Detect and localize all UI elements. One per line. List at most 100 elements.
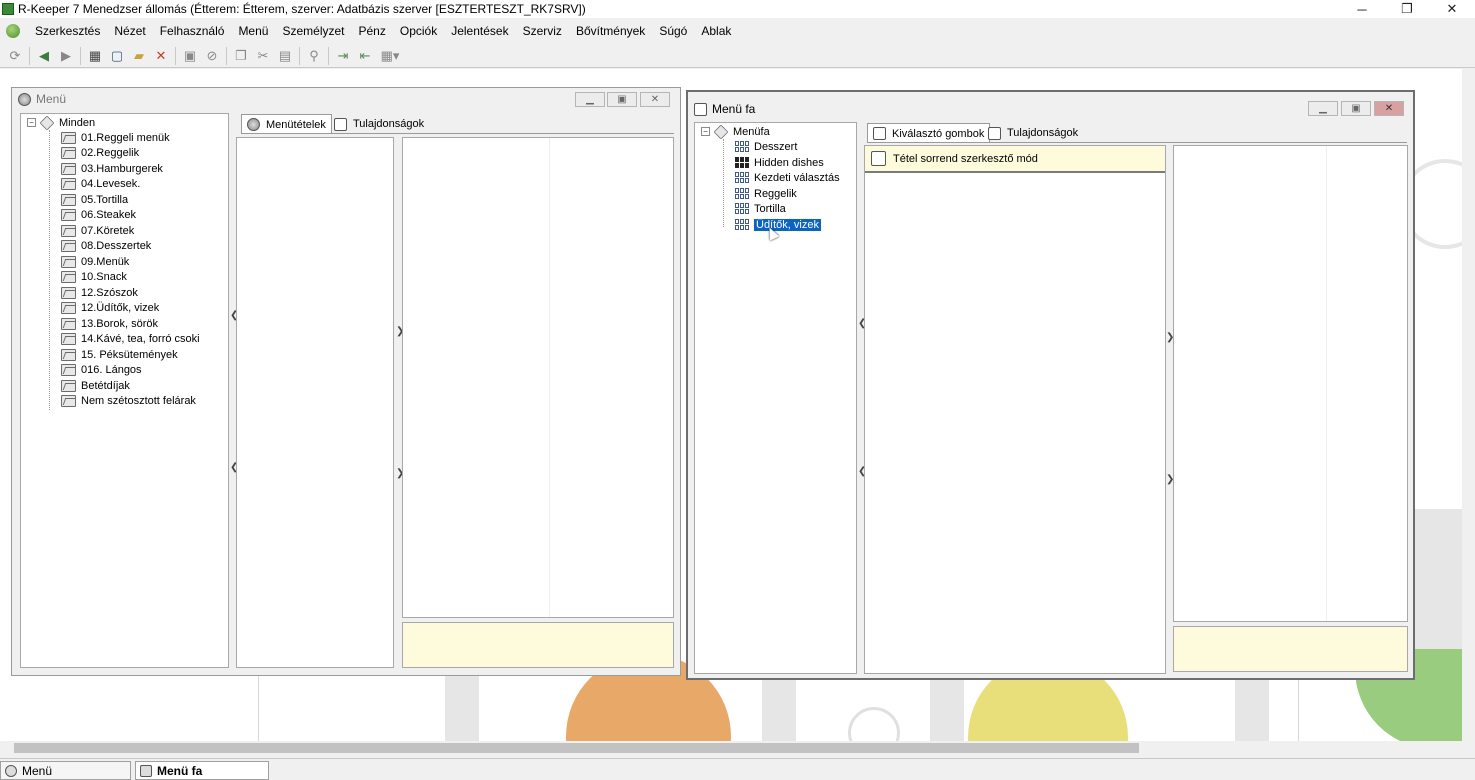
menu-penz[interactable]: Pénz — [352, 24, 393, 38]
task-menu[interactable]: Menü — [0, 761, 131, 780]
tree-item-label: 05.Tortilla — [81, 193, 129, 206]
tree-item-label: 08.Desszertek — [81, 239, 152, 252]
tree-item[interactable]: Betétdíjak — [61, 378, 130, 393]
menufa-window-minimize-button[interactable]: ▁ — [1308, 101, 1338, 116]
tree-item[interactable]: 02.Reggelik — [61, 145, 139, 160]
menufa-window-icon — [140, 764, 152, 777]
tree-item-label: 13.Borok, sörök — [81, 317, 159, 330]
tab-menutetelek[interactable]: Menütételek — [241, 114, 332, 134]
tree-item[interactable]: Nem szétosztott felárak — [61, 393, 196, 408]
delete-icon[interactable]: ✕ — [150, 45, 172, 67]
order-edit-mode-bar[interactable]: Tétel sorrend szerkesztő mód — [865, 146, 1165, 173]
menu-menu[interactable]: Menü — [231, 24, 275, 38]
menu-sugo[interactable]: Súgó — [652, 24, 694, 38]
menu-window-maximize-button[interactable]: ▣ — [607, 92, 637, 107]
layout-icon[interactable]: ▦▾ — [376, 45, 404, 67]
folder-icon — [61, 332, 76, 345]
task-label: Menü fa — [157, 763, 203, 778]
tab-tulajdonsagok[interactable]: Tulajdonságok — [983, 123, 1083, 143]
button-grid-icon — [735, 172, 749, 183]
vertical-scrollbar[interactable] — [1462, 69, 1475, 741]
background-road — [445, 674, 479, 741]
menu-szerviz[interactable]: Szerviz — [516, 24, 569, 38]
tree-item[interactable]: 12.Szószok — [61, 285, 138, 300]
tree-item[interactable]: Kezdeti választás — [735, 170, 840, 185]
menu-opciok[interactable]: Opciók — [393, 24, 444, 38]
horizontal-scrollbar-thumb[interactable] — [14, 743, 1139, 753]
tree-item[interactable]: 06.Steakek — [61, 207, 136, 222]
cut-icon[interactable]: ✂ — [252, 45, 274, 67]
tree-item[interactable]: 13.Borok, sörök — [61, 316, 158, 331]
menufa-window-titlebar[interactable]: Menü fa — [688, 92, 1413, 126]
background-road — [762, 674, 796, 741]
button-grid-icon — [735, 188, 749, 199]
order-edit-mode-label: Tétel sorrend szerkesztő mód — [893, 152, 1038, 165]
tree-item-label: 06.Steakek — [81, 208, 137, 221]
search-icon[interactable]: ⚲ — [303, 45, 325, 67]
grid-view-icon[interactable]: ▦ — [84, 45, 106, 67]
toolbar: ⟳ ◀ ▶ ▦ ▢ ▰ ✕ ▣ ⊘ ❐ ✂ ▤ ⚲ ⇥ ⇤ ▦▾ — [0, 44, 1475, 68]
export-icon[interactable]: ⇥ — [332, 45, 354, 67]
menu-nezet[interactable]: Nézet — [107, 24, 152, 38]
tree-item[interactable]: 12.Üdítők, vizek — [61, 300, 159, 315]
tree-root[interactable]: − Minden — [27, 115, 95, 130]
tree-item[interactable]: 15. Péksütemények — [61, 347, 178, 362]
menu-jelentesek[interactable]: Jelentések — [444, 24, 515, 38]
tree-root[interactable]: − Menüfa — [701, 124, 770, 139]
copy-icon[interactable]: ❐ — [230, 45, 252, 67]
tree-item[interactable]: 03.Hamburgerek — [61, 161, 163, 176]
menu-window-close-button[interactable]: ✕ — [640, 92, 670, 107]
folder-icon — [61, 177, 76, 190]
refresh-icon[interactable]: ⟳ — [4, 45, 26, 67]
tree-item[interactable]: 10.Snack — [61, 269, 127, 284]
menufa-window-close-button[interactable]: ✕ — [1374, 101, 1404, 116]
menu-felhasznalo[interactable]: Felhasználó — [153, 24, 232, 38]
close-button[interactable]: ✕ — [1429, 0, 1475, 18]
menu-items-icon — [247, 118, 260, 131]
tree-item-label: Kezdeti választás — [754, 171, 840, 184]
tree-item[interactable]: 04.Levesek. — [61, 176, 140, 191]
open-folder-icon[interactable]: ▰ — [128, 45, 150, 67]
cancel-icon[interactable]: ⊘ — [201, 45, 223, 67]
menu-window: Menü ▁ ▣ ✕ − Minden 01.Reggeli menük 02.… — [11, 87, 681, 676]
menu-window-minimize-button[interactable]: ▁ — [575, 92, 605, 107]
tree-item-selected[interactable]: Üdítők, vizek — [735, 217, 822, 232]
collapse-icon[interactable]: − — [27, 118, 36, 127]
tree-item[interactable]: 016. Lángos — [61, 362, 142, 377]
tree-item[interactable]: Desszert — [735, 139, 797, 154]
tab-tulajdonsagok[interactable]: Tulajdonságok — [329, 114, 429, 134]
background-line — [258, 674, 259, 741]
back-icon[interactable]: ◀ — [33, 45, 55, 67]
menu-szerkesztes[interactable]: Szerkesztés — [28, 24, 107, 38]
button-grid-icon — [735, 141, 749, 152]
tree-item-label: Nem szétosztott felárak — [81, 394, 196, 407]
import-icon[interactable]: ⇤ — [354, 45, 376, 67]
menu-bovitmenyek[interactable]: Bővítmények — [569, 24, 652, 38]
properties-icon — [988, 126, 1001, 140]
restore-button[interactable]: ❐ — [1384, 0, 1430, 18]
forward-icon[interactable]: ▶ — [55, 45, 77, 67]
tab-kivalaszto-gombok[interactable]: Kiválasztó gombok — [867, 123, 991, 143]
menufa-window-icon — [694, 102, 707, 116]
tree-item[interactable]: 01.Reggeli menük — [61, 130, 170, 145]
task-menufa[interactable]: Menü fa — [135, 761, 269, 780]
new-doc-icon[interactable]: ▢ — [106, 45, 128, 67]
tree-item[interactable]: 07.Köretek — [61, 223, 134, 238]
save-icon[interactable]: ▣ — [179, 45, 201, 67]
tree-item[interactable]: 09.Menük — [61, 254, 129, 269]
tree-item[interactable]: Tortilla — [735, 201, 786, 216]
tree-item[interactable]: Hidden dishes — [735, 155, 824, 170]
tree-item-label: 016. Lángos — [81, 363, 142, 376]
tree-item[interactable]: 08.Desszertek — [61, 238, 151, 253]
tree-item[interactable]: 05.Tortilla — [61, 192, 128, 207]
menu-szemelyzet[interactable]: Személyzet — [275, 24, 351, 38]
menufa-window-maximize-button[interactable]: ▣ — [1341, 101, 1371, 116]
minimize-button[interactable]: ─ — [1339, 0, 1385, 18]
horizontal-scrollbar[interactable] — [0, 741, 1462, 755]
root-node-icon — [713, 124, 729, 139]
menu-ablak[interactable]: Ablak — [694, 24, 738, 38]
tree-item[interactable]: 14.Kávé, tea, forró csoki — [61, 331, 200, 346]
collapse-icon[interactable]: − — [701, 127, 710, 136]
paste-icon[interactable]: ▤ — [274, 45, 296, 67]
tree-item[interactable]: Reggelik — [735, 186, 797, 201]
